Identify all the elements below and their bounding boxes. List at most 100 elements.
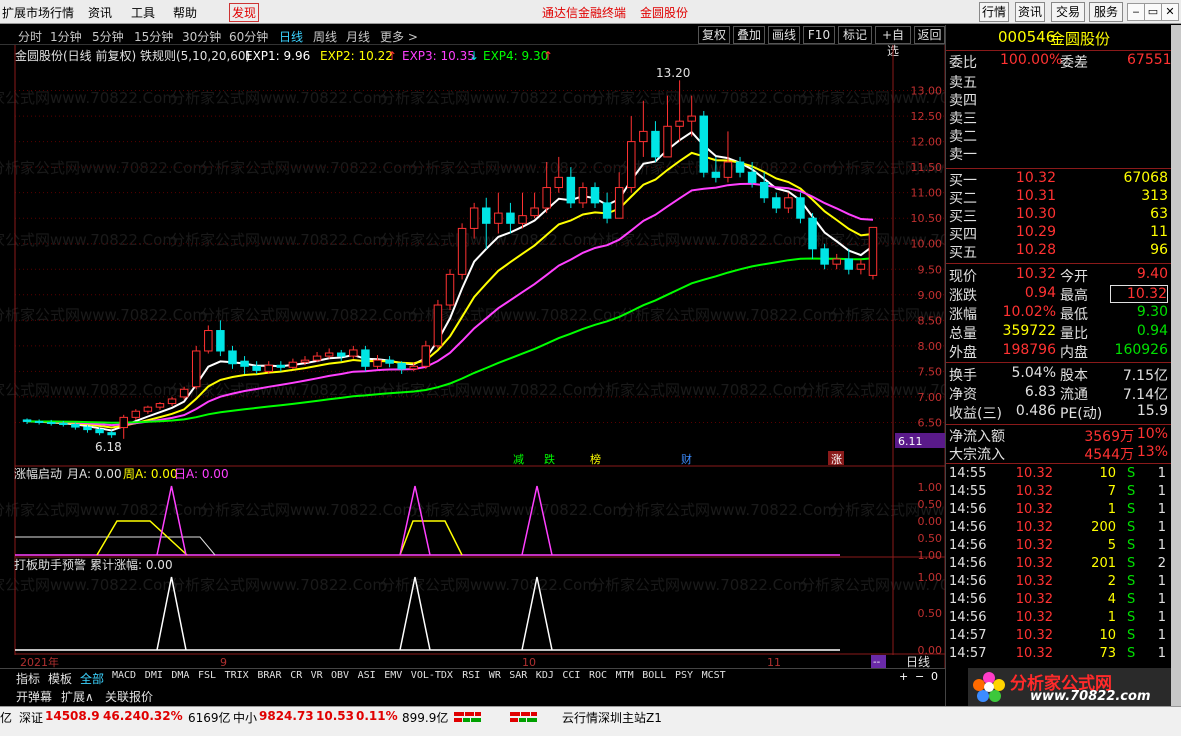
period-monthly[interactable]: 月线 (346, 28, 370, 45)
indicator-tab[interactable]: BOLL (642, 670, 666, 681)
menu-discover[interactable]: 发现 (229, 3, 260, 22)
zoom-reset-button[interactable]: 0 (931, 670, 938, 683)
indicator-tab[interactable]: DMA (171, 670, 189, 681)
watermark-layer: 分析家公式网www.70822.Com 分析家公式网www.70822.Com 分析… (0, 89, 945, 594)
zoom-out-button[interactable]: − (915, 670, 924, 683)
menu-extended-market[interactable]: 扩展市场行情 (2, 4, 74, 21)
back-button[interactable]: 返回 (914, 26, 945, 44)
adjust-button[interactable]: 复权 (698, 26, 730, 44)
indicator-tab[interactable]: RSI (462, 670, 480, 681)
tick-price: 10.32 (1015, 610, 1053, 625)
stat-value: 9.40 (1136, 266, 1168, 282)
indicator-tab[interactable]: VOL-TDX (411, 670, 453, 681)
status-prefix: 亿 (0, 711, 13, 725)
period-5min[interactable]: 5分钟 (92, 28, 124, 45)
period-15min[interactable]: 15分钟 (134, 28, 173, 45)
divider (946, 424, 1171, 425)
period-weekly[interactable]: 周线 (313, 28, 337, 45)
period-30min[interactable]: 30分钟 (182, 28, 221, 45)
menu-tools[interactable]: 工具 (131, 4, 155, 21)
indicator-tab[interactable]: CCI (562, 670, 580, 681)
trade-button[interactable]: 交易 (1051, 2, 1085, 22)
indicator-tab[interactable]: DMI (145, 670, 163, 681)
overlay-button[interactable]: 叠加 (733, 26, 765, 44)
tick-price: 10.32 (1015, 484, 1053, 499)
candle-up (155, 403, 165, 408)
period-1min[interactable]: 1分钟 (50, 28, 82, 45)
watermark-text: 分析家公式网www.70822.Com (0, 576, 177, 594)
indicator-tab[interactable]: 全部 (80, 670, 104, 687)
tick-side: S (1127, 538, 1136, 553)
candle-down (602, 202, 612, 219)
service-button[interactable]: 服务 (1089, 2, 1123, 22)
candle-up (639, 130, 648, 143)
indicator-tab[interactable]: 模板 (48, 670, 72, 687)
tick-time: 14:55 (949, 484, 987, 499)
period-timeshare[interactable]: 分时 (18, 28, 42, 45)
panel-scrollbar[interactable] (1171, 25, 1181, 706)
indicator-tab[interactable]: KDJ (536, 670, 554, 681)
danmu-toggle[interactable]: 开弹幕 (16, 688, 52, 705)
divider (946, 362, 1171, 363)
panel1-tick-label: 0.00 (918, 515, 943, 528)
mark-button[interactable]: 标记 (838, 26, 872, 44)
price-tick-label: 11.00 (911, 187, 943, 200)
indicator-tab[interactable]: FSL (198, 670, 216, 681)
indicator-tab[interactable]: ROC (589, 670, 607, 681)
add-favorite-button[interactable]: +自选 (875, 26, 911, 58)
period-60min[interactable]: 60分钟 (229, 28, 268, 45)
news-button[interactable]: 资讯 (1015, 2, 1045, 22)
bid-price: 10.32 (1015, 170, 1056, 186)
kline-chart[interactable]: 分析家公式网www.70822.Com 分析家公式网www.70822.Com 分析… (0, 45, 945, 668)
price-tick-label: 8.50 (918, 314, 943, 327)
f10-button[interactable]: F10 (803, 26, 835, 44)
indicator-tab[interactable]: VR (311, 670, 323, 681)
server-label[interactable]: 云行情深圳主站Z1 (562, 709, 662, 726)
candle-down (796, 197, 805, 219)
period-indicator: 日线 (906, 655, 930, 668)
minimize-icon[interactable]: ‒ (1127, 3, 1145, 21)
tick-time: 14:57 (949, 646, 987, 661)
indicator-tab[interactable]: ASI (358, 670, 376, 681)
menu-news[interactable]: 资讯 (88, 4, 112, 21)
indicator-tab[interactable]: MACD (112, 670, 136, 681)
candle-up (627, 141, 636, 189)
zoom-in-button[interactable]: + (899, 670, 908, 683)
price-tick-label: 6.50 (918, 416, 943, 429)
bid-price: 10.31 (1015, 188, 1056, 204)
maximize-icon[interactable]: ▭ (1144, 3, 1162, 21)
watermark-text: 分析家公式网www.70822.Com (0, 159, 207, 177)
indicator-tab[interactable]: WR (489, 670, 501, 681)
period-daily[interactable]: 日线 (279, 28, 303, 45)
menu-help[interactable]: 帮助 (173, 4, 197, 21)
quote-button[interactable]: 行情 (979, 2, 1009, 22)
candle-down (808, 217, 817, 250)
indicator-tab[interactable]: EMV (384, 670, 402, 681)
close-icon[interactable]: ✕ (1161, 3, 1179, 21)
indicator-tab[interactable]: BRAR (257, 670, 281, 681)
candle-up (179, 388, 189, 398)
draw-line-button[interactable]: 画线 (768, 26, 800, 44)
indicator-tab[interactable]: PSY (675, 670, 693, 681)
timeline-oct: 10 (522, 656, 536, 668)
indicator-tab[interactable]: SAR (509, 670, 527, 681)
stat-value: 5.04% (1011, 365, 1056, 381)
tick-volume: 73 (1099, 646, 1116, 661)
related-quote[interactable]: 关联报价 (105, 688, 153, 705)
indicator-tab[interactable]: TRIX (225, 670, 249, 681)
indicator-tab[interactable]: 指标 (16, 670, 40, 687)
indicator-tab[interactable]: CR (290, 670, 302, 681)
indicator-tab[interactable]: OBV (331, 670, 349, 681)
candle-down (566, 176, 576, 204)
tick-side: S (1127, 556, 1136, 571)
bid-volume: 63 (1150, 206, 1168, 222)
event-label-finance: 财 (681, 452, 692, 466)
candle-down (71, 424, 80, 428)
period-more[interactable]: 更多 > (380, 28, 418, 45)
indicator-tab[interactable]: MTM (616, 670, 634, 681)
tick-volume: 10 (1099, 466, 1116, 481)
expand-toggle[interactable]: 扩展∧ (61, 688, 94, 705)
watermark-text: 分析家公式网www.70822.Com (200, 306, 417, 324)
indicator-tab[interactable]: MCST (702, 670, 726, 681)
candle-up (421, 345, 431, 367)
